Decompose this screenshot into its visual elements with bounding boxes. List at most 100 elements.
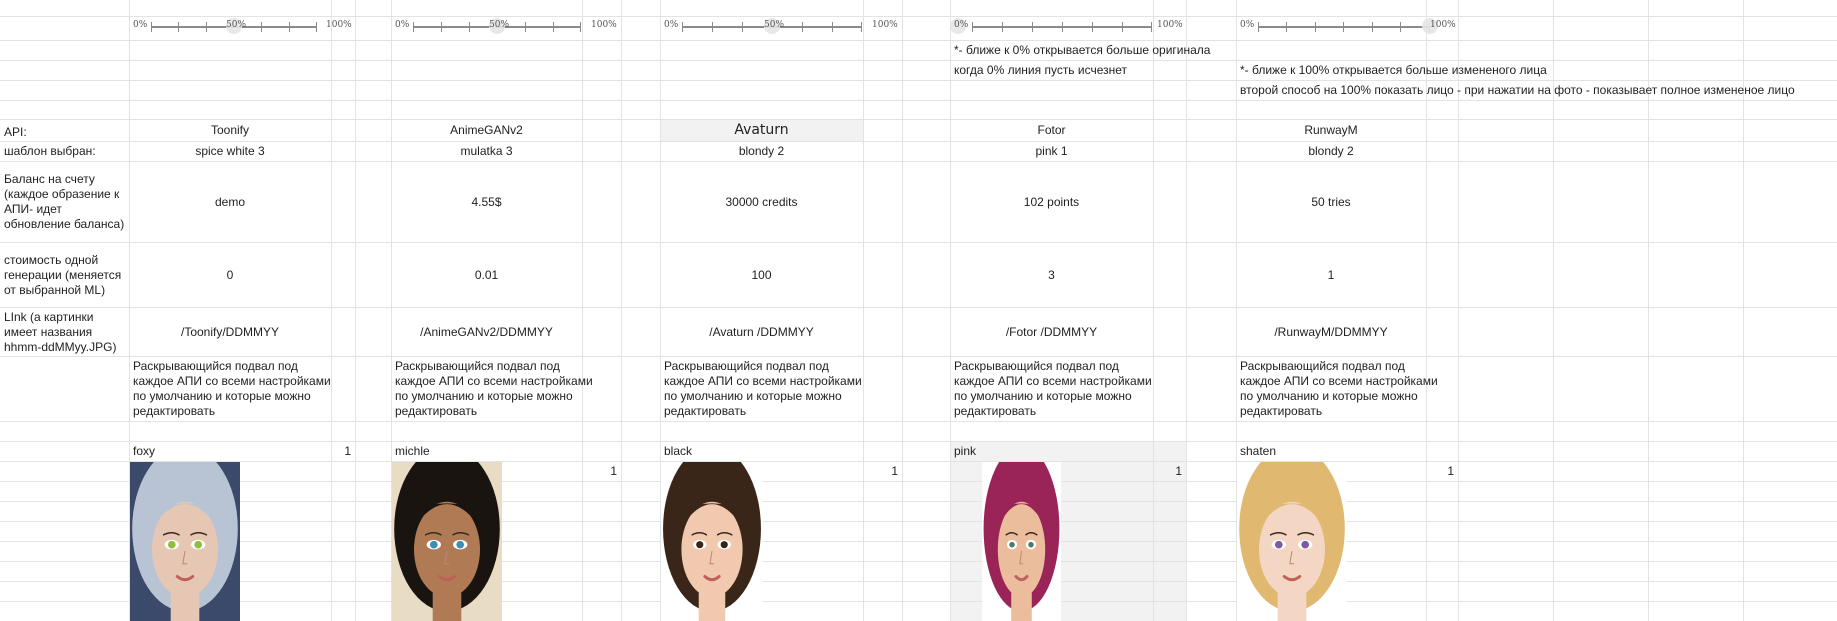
slider-tick xyxy=(802,22,803,32)
slider-max-label: 100% xyxy=(1157,20,1183,30)
image-count-toonify[interactable]: 1 xyxy=(331,442,355,461)
api-name-toonify[interactable]: Toonify xyxy=(129,120,331,141)
portrait-image-toonify[interactable] xyxy=(130,462,240,621)
footer-animeganv2[interactable]: Раскрывающийся подвал под каждое АПИ со … xyxy=(391,357,601,421)
balance-avaturn[interactable]: 30000 credits xyxy=(660,162,863,242)
link-animeganv2[interactable]: /AnimeGANv2/DDMMYY xyxy=(391,308,582,356)
blend-slider-runwaym[interactable]: 0% 100% xyxy=(1238,17,1458,35)
slider-tick xyxy=(1002,22,1003,32)
slider-tick xyxy=(525,22,526,32)
cost-animeganv2[interactable]: 0.01 xyxy=(391,243,582,307)
slider-max-label: 100% xyxy=(326,20,352,30)
portrait-image-runwaym[interactable] xyxy=(1237,462,1347,621)
cost-avaturn[interactable]: 100 xyxy=(660,243,863,307)
grid-col xyxy=(863,0,864,621)
slider-min-label: 0% xyxy=(133,20,148,30)
slider-min-label: 0% xyxy=(954,20,969,30)
grid-col xyxy=(331,0,332,621)
image-name-fotor[interactable]: pink xyxy=(950,442,1153,461)
slider-mid-label: 50% xyxy=(489,20,510,30)
portrait-image-animeganv2[interactable] xyxy=(392,462,502,621)
image-name-runwaym[interactable]: shaten xyxy=(1236,442,1426,461)
balance-toonify[interactable]: demo xyxy=(129,162,331,242)
note-second-way[interactable]: второй способ на 100% показать лицо - пр… xyxy=(1236,81,1799,100)
slider-tick xyxy=(289,22,290,32)
slider-mid-label: 50% xyxy=(226,20,247,30)
grid-col xyxy=(621,0,622,621)
link-fotor[interactable]: /Fotor /DDMMYY xyxy=(950,308,1153,356)
slider-min-label: 0% xyxy=(395,20,410,30)
balance-runwaym[interactable]: 50 tries xyxy=(1236,162,1426,242)
template-toonify[interactable]: spice white 3 xyxy=(129,142,331,161)
cost-toonify[interactable]: 0 xyxy=(129,243,331,307)
grid-row xyxy=(0,561,1837,562)
image-name-toonify[interactable]: foxy xyxy=(129,442,331,461)
api-name-animeganv2[interactable]: AnimeGANv2 xyxy=(391,120,582,141)
slider-mid-label: 50% xyxy=(764,20,785,30)
link-avaturn[interactable]: /Avaturn /DDMMYY xyxy=(660,308,863,356)
note-near-hundred[interactable]: *- ближе к 100% открывается больше измен… xyxy=(1236,61,1551,80)
footer-runwaym[interactable]: Раскрывающийся подвал под каждое АПИ со … xyxy=(1236,357,1446,421)
slider-max-label: 100% xyxy=(1430,20,1456,30)
balance-fotor[interactable]: 102 points xyxy=(950,162,1153,242)
image-count-runwaym[interactable]: 1 xyxy=(1426,462,1458,481)
image-name-animeganv2[interactable]: michle xyxy=(391,442,582,461)
note-near-zero[interactable]: *- ближе к 0% открывается больше оригина… xyxy=(950,41,1214,60)
spreadsheet-grid[interactable]: 0% 50% 100% 0% 50% 100% 0% 50% 100% 0% 1… xyxy=(0,0,1837,621)
label-balance[interactable]: Баланс на счету (каждое образение к АПИ-… xyxy=(0,162,129,242)
slider-tick xyxy=(178,22,179,32)
api-name-runwaym[interactable]: RunwayM xyxy=(1236,120,1426,141)
slider-tick xyxy=(712,22,713,32)
note-zero-line[interactable]: когда 0% линия пусть исчезнет xyxy=(950,61,1131,80)
blend-slider-animeganv2[interactable]: 0% 50% 100% xyxy=(393,17,618,35)
slider-min-label: 0% xyxy=(1240,20,1255,30)
label-api[interactable]: API: xyxy=(0,120,129,141)
balance-animeganv2[interactable]: 4.55$ xyxy=(391,162,582,242)
portrait-image-avaturn[interactable] xyxy=(661,462,763,621)
slider-min-label: 0% xyxy=(664,20,679,30)
image-name-avaturn[interactable]: black xyxy=(660,442,863,461)
template-avaturn[interactable]: blondy 2 xyxy=(660,142,863,161)
slider-tick xyxy=(206,22,207,32)
label-template[interactable]: шаблон выбран: xyxy=(0,142,129,161)
slider-tick xyxy=(1092,22,1093,32)
cost-fotor[interactable]: 3 xyxy=(950,243,1153,307)
slider-tick xyxy=(413,22,414,32)
footer-fotor[interactable]: Раскрывающийся подвал под каждое АПИ со … xyxy=(950,357,1160,421)
footer-avaturn[interactable]: Раскрывающийся подвал под каждое АПИ со … xyxy=(660,357,870,421)
slider-tick xyxy=(682,22,683,32)
grid-row xyxy=(0,501,1837,502)
slider-tick xyxy=(972,22,973,32)
slider-tick xyxy=(861,22,862,32)
slider-tick xyxy=(1400,22,1401,32)
template-fotor[interactable]: pink 1 xyxy=(950,142,1153,161)
grid-row xyxy=(0,100,1837,101)
portrait-image-fotor[interactable] xyxy=(982,462,1061,621)
image-count-avaturn[interactable]: 1 xyxy=(863,462,902,481)
blend-slider-avaturn[interactable]: 0% 50% 100% xyxy=(662,17,900,35)
grid-row xyxy=(0,40,1837,41)
template-animeganv2[interactable]: mulatka 3 xyxy=(391,142,582,161)
slider-max-label: 100% xyxy=(591,20,617,30)
api-name-avaturn[interactable]: Avaturn xyxy=(660,120,863,141)
template-runwaym[interactable]: blondy 2 xyxy=(1236,142,1426,161)
grid-row xyxy=(0,421,1837,422)
image-count-fotor[interactable]: 1 xyxy=(1153,462,1186,481)
cost-runwaym[interactable]: 1 xyxy=(1236,243,1426,307)
grid-col xyxy=(902,0,903,621)
slider-tick xyxy=(261,22,262,32)
grid-col xyxy=(355,0,356,621)
blend-slider-toonify[interactable]: 0% 50% 100% xyxy=(131,17,353,35)
footer-toonify[interactable]: Раскрывающийся подвал под каждое АПИ со … xyxy=(129,357,339,421)
label-cost[interactable]: стоимость одной генерации (меняется от в… xyxy=(0,243,129,307)
grid-row xyxy=(0,541,1837,542)
grid-row xyxy=(0,521,1837,522)
blend-slider-fotor[interactable]: 0% 100% xyxy=(950,17,1184,35)
link-toonify[interactable]: /Toonify/DDMMYY xyxy=(129,308,331,356)
slider-tick xyxy=(1151,22,1152,32)
link-runwaym[interactable]: /RunwayM/DDMMYY xyxy=(1236,308,1426,356)
slider-tick xyxy=(1315,22,1316,32)
label-link[interactable]: LInk (а картинки имеет названия hhmm-ddM… xyxy=(0,308,129,356)
image-count-animeganv2[interactable]: 1 xyxy=(582,462,621,481)
api-name-fotor[interactable]: Fotor xyxy=(950,120,1153,141)
